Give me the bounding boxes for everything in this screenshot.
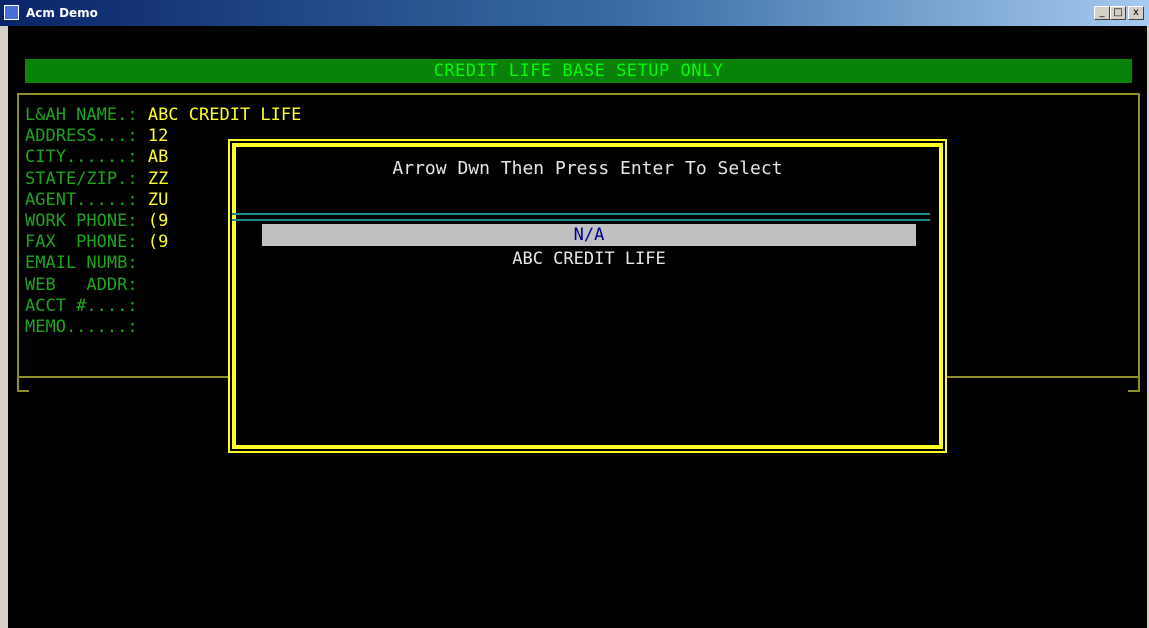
form-field-row[interactable]: ADDRESS...: 12 [25,125,168,147]
field-label: ADDRESS...: [25,126,148,147]
form-field-row[interactable]: CITY......: AB [25,146,168,168]
form-field-row[interactable]: L&AH NAME.: ABC CREDIT LIFE [25,104,301,126]
app-icon [4,5,19,20]
field-label: FAX PHONE: [25,232,148,253]
field-label: WEB ADDR: [25,274,138,295]
field-label: EMAIL NUMB: [25,253,138,274]
frame-tick-right [1138,378,1140,392]
field-label: ACCT #....: [25,295,138,316]
field-value[interactable]: (9 [148,211,168,231]
list-item-selected[interactable]: N/A [262,224,916,246]
window-title: Acm Demo [26,6,98,20]
list-item[interactable]: ABC CREDIT LIFE [262,248,916,270]
field-value[interactable]: ZU [148,190,168,210]
field-value[interactable]: 12 [148,126,168,146]
title-bar[interactable]: Acm Demo _ □ x [0,0,1149,26]
form-field-row[interactable]: STATE/ZIP.: ZZ [25,168,168,190]
field-value[interactable]: ABC CREDIT LIFE [148,105,302,125]
minimize-button[interactable]: _ [1094,6,1110,20]
field-value[interactable]: AB [148,147,168,167]
field-label: MEMO......: [25,317,138,337]
close-button[interactable]: x [1128,6,1144,20]
field-label: L&AH NAME.: [25,105,148,125]
terminal-screen[interactable]: CREDIT LIFE BASE SETUP ONLY L&AH NAME.: … [8,26,1147,628]
form-field-row[interactable]: AGENT.....: ZU [25,189,168,211]
dialog-title: Arrow Dwn Then Press Enter To Select [392,158,783,179]
field-label: STATE/ZIP.: [25,168,148,189]
field-value[interactable]: (9 [148,232,168,252]
frame-tick-left-foot [19,390,29,392]
app-window: Acm Demo _ □ x CREDIT LIFE BASE SETUP ON… [0,0,1149,628]
frame-tick-right-foot [1128,390,1138,392]
form-field-row[interactable]: FAX PHONE: (9 [25,231,168,253]
screen-banner: CREDIT LIFE BASE SETUP ONLY [25,59,1132,83]
form-field-row[interactable]: WEB ADDR: [25,274,138,296]
field-label: AGENT.....: [25,189,148,210]
form-field-row[interactable]: MEMO......: [25,316,138,338]
form-field-row[interactable]: ACCT #....: [25,295,138,317]
field-label: WORK PHONE: [25,211,148,231]
field-label: CITY......: [25,147,148,168]
field-value[interactable]: ZZ [148,169,168,189]
dialog-separator [232,213,930,221]
maximize-button[interactable]: □ [1110,6,1126,20]
form-field-row[interactable]: EMAIL NUMB: [25,252,138,274]
select-dialog[interactable]: Arrow Dwn Then Press Enter To Select N/A… [228,139,947,453]
dialog-inner-border [234,145,941,447]
form-field-row[interactable]: WORK PHONE: (9 [25,210,168,232]
